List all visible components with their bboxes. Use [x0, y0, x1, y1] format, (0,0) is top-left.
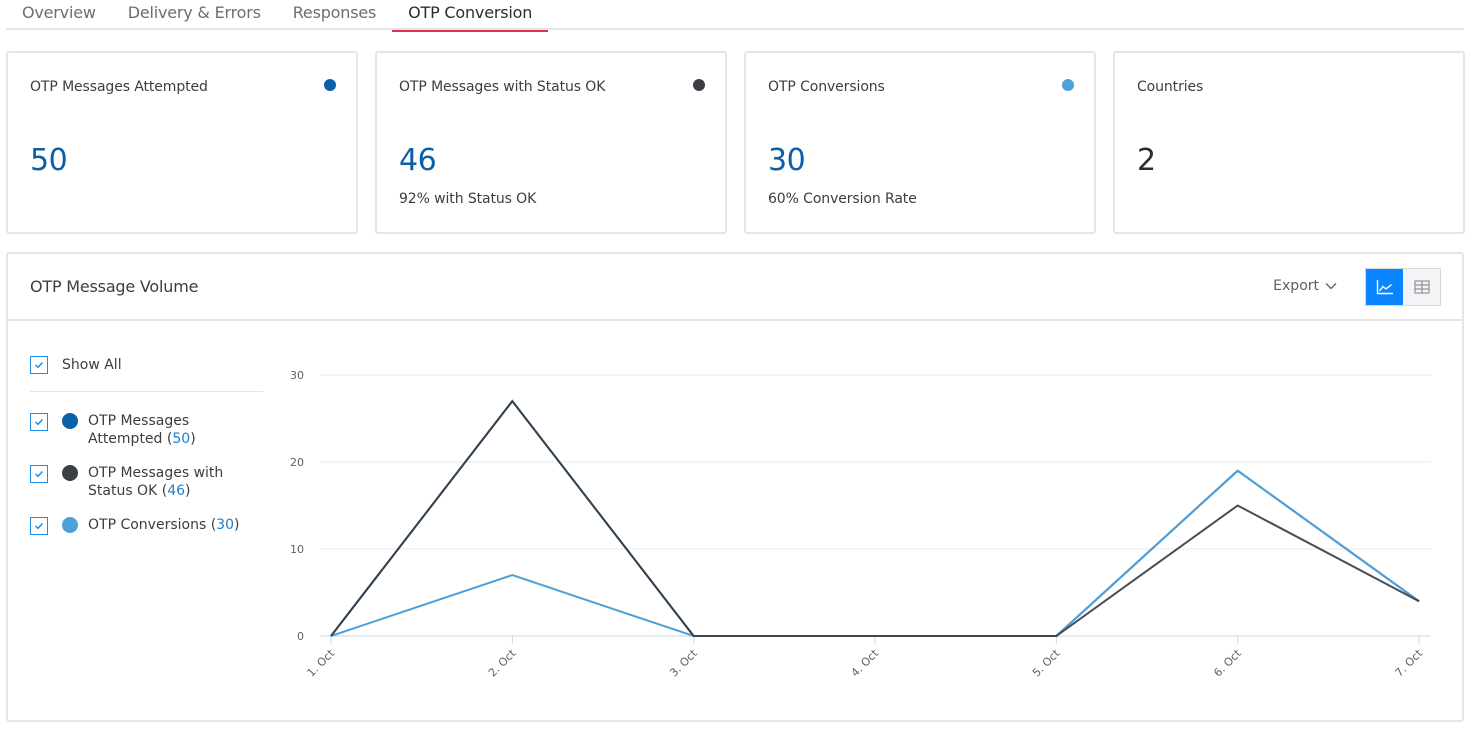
x-tick-label: 1. Oct	[305, 646, 338, 679]
x-tick-label: 5. Oct	[1030, 646, 1063, 679]
series-line-otp-messages-attempted	[330, 399, 1420, 637]
card-title: OTP Conversions	[768, 79, 885, 95]
series-line-otp-conversions	[330, 469, 1420, 637]
y-tick-label: 10	[290, 543, 304, 556]
series-color-dot-icon	[1062, 79, 1074, 91]
tab-delivery-errors[interactable]: Delivery & Errors	[112, 0, 277, 30]
card-value: 46	[399, 143, 437, 178]
y-tick-label: 30	[290, 369, 304, 382]
x-tick-label: 4. Oct	[849, 646, 882, 679]
line-chart: 0 10 20 30 1. Oct 2. Oct 3. Oct 4. Oct 5. Oct 6. …	[290, 369, 1431, 679]
otp-volume-panel: OTP Message Volume Export Show All OTP M…	[6, 252, 1464, 722]
series-color-dot-icon	[324, 79, 336, 91]
tab-responses[interactable]: Responses	[277, 0, 392, 30]
card-value: 50	[30, 143, 68, 178]
card-value: 2	[1137, 143, 1156, 178]
card-title: OTP Messages Attempted	[30, 79, 208, 95]
tab-bar: Overview Delivery & Errors Responses OTP…	[6, 0, 1464, 32]
x-tick-label: 7. Oct	[1393, 646, 1426, 679]
card-title: OTP Messages with Status OK	[399, 79, 606, 95]
card-otp-status-ok: OTP Messages with Status OK 46 92% with …	[375, 51, 727, 234]
x-tick-label: 6. Oct	[1211, 646, 1244, 679]
card-subtext: 60% Conversion Rate	[768, 191, 917, 207]
y-tick-label: 20	[290, 456, 304, 469]
x-tick-label: 2. Oct	[486, 646, 519, 679]
card-otp-attempted: OTP Messages Attempted 50	[6, 51, 358, 234]
tab-overview[interactable]: Overview	[6, 0, 112, 30]
tab-otp-conversion[interactable]: OTP Conversion	[392, 0, 549, 32]
series-line-otp-messages-with-status-ok	[330, 399, 1420, 637]
card-subtext: 92% with Status OK	[399, 191, 537, 207]
x-tick-label: 3. Oct	[667, 646, 700, 679]
card-otp-conversions: OTP Conversions 30 60% Conversion Rate	[744, 51, 1096, 234]
card-countries: Countries 2	[1113, 51, 1465, 234]
card-title: Countries	[1137, 79, 1204, 95]
kpi-cards: OTP Messages Attempted 50 OTP Messages w…	[6, 51, 1465, 234]
y-tick-label: 0	[297, 630, 304, 643]
series-color-dot-icon	[693, 79, 705, 91]
card-value: 30	[768, 143, 806, 178]
